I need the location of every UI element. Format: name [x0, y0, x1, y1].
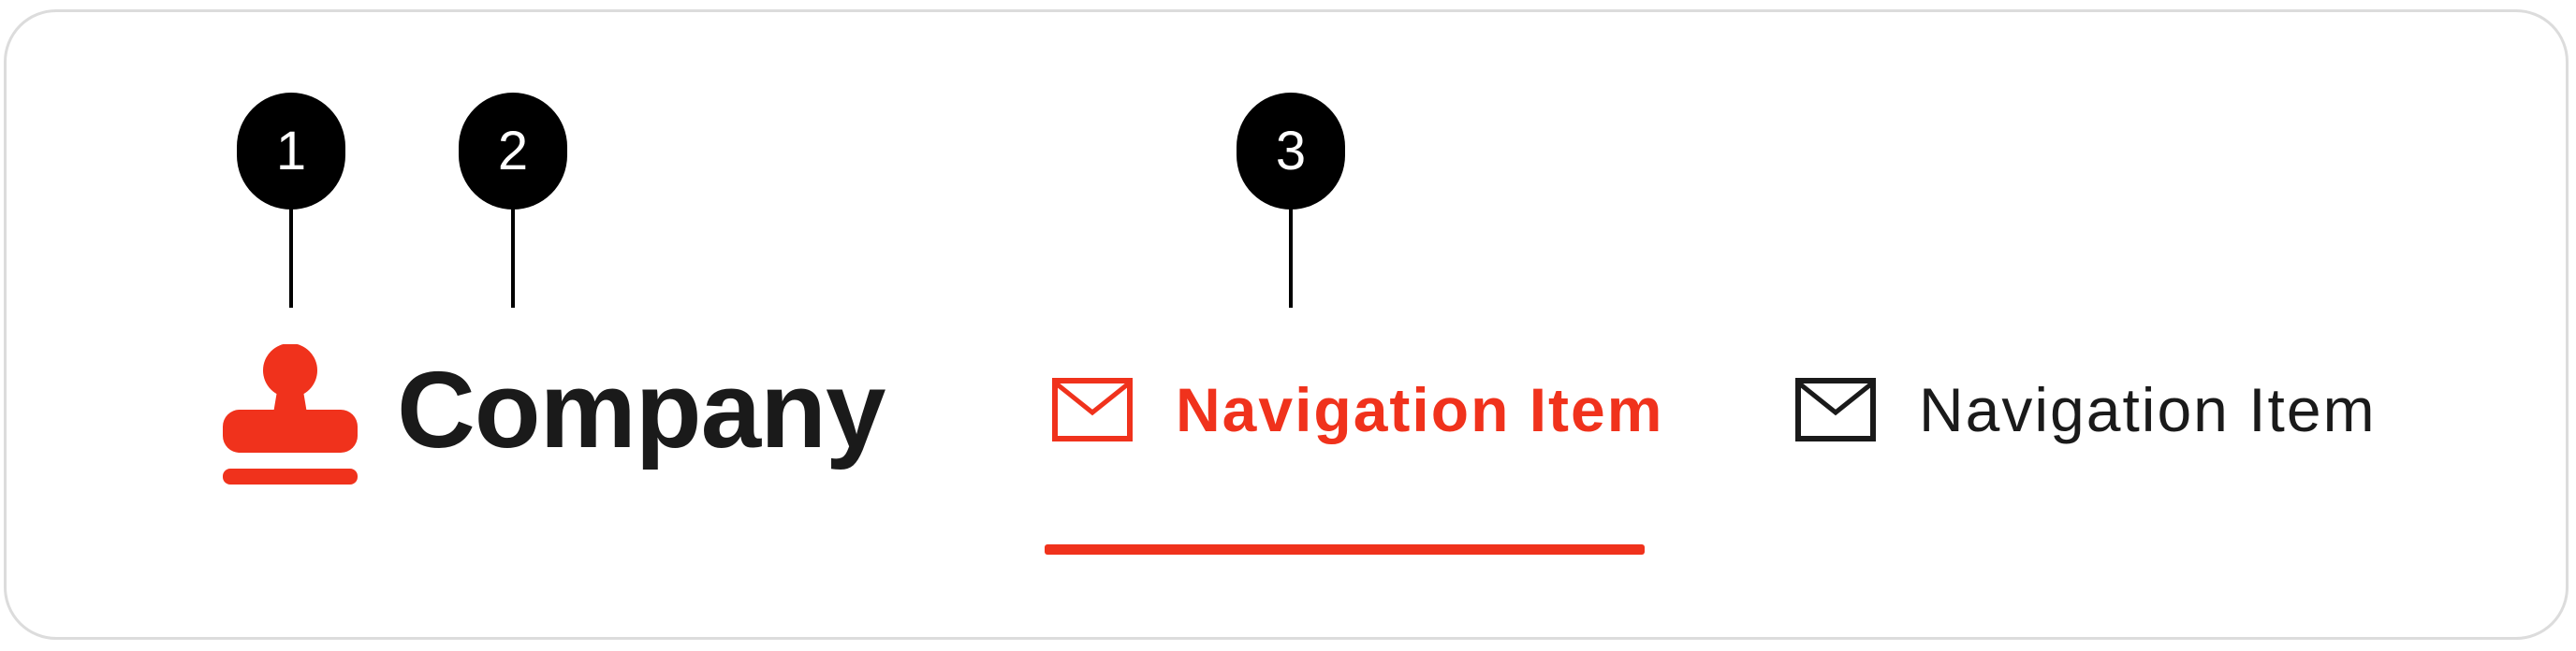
callout-line [1289, 203, 1293, 308]
mail-icon [1795, 378, 1876, 441]
callout-badge: 3 [1237, 93, 1345, 210]
nav-item-inactive[interactable]: Navigation Item [1795, 378, 2377, 441]
nav-item-label: Navigation Item [1919, 375, 2377, 444]
active-indicator [1045, 544, 1645, 555]
nav-item-active[interactable]: Navigation Item [1052, 378, 1663, 441]
nav-item-label: Navigation Item [1176, 375, 1664, 444]
callout-marker-3: 3 [1237, 93, 1345, 308]
callout-line [511, 203, 515, 308]
callout-badge: 1 [237, 93, 345, 210]
stamp-icon [223, 344, 358, 485]
callout-badge: 2 [459, 93, 567, 210]
callout-marker-2: 2 [459, 93, 567, 308]
brand-name[interactable]: Company [397, 348, 886, 471]
callout-line [289, 203, 293, 308]
callout-marker-1: 1 [237, 93, 345, 308]
mail-icon [1052, 378, 1133, 441]
